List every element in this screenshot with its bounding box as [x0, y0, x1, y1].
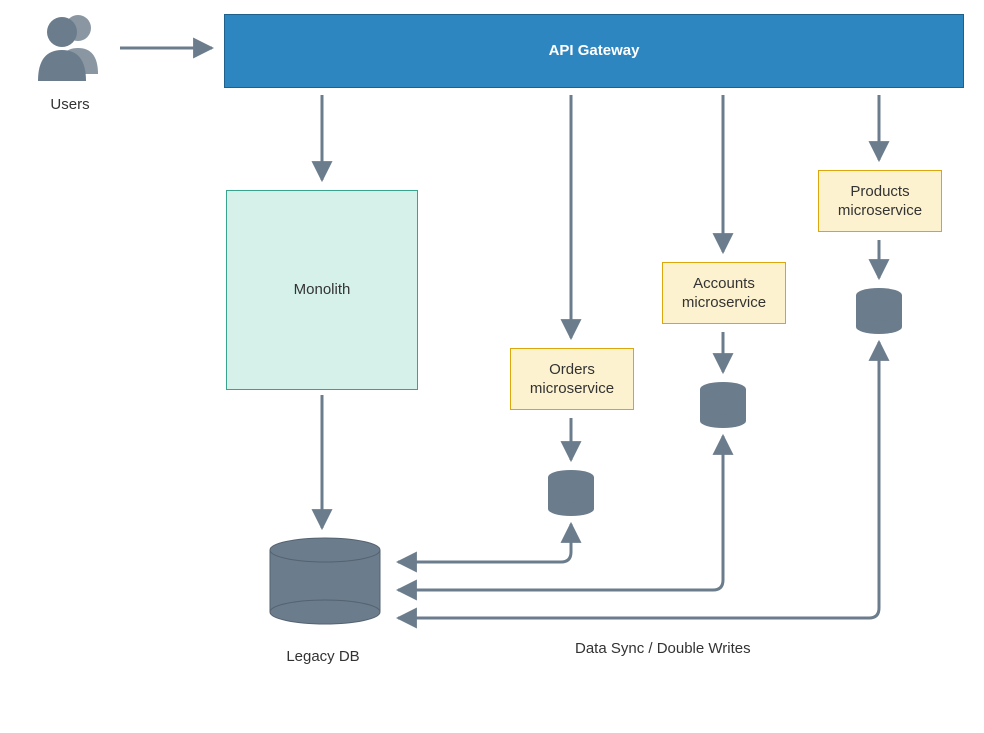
legacy-db-label: Legacy DB [258, 648, 388, 665]
orders-db-icon [548, 470, 594, 516]
arrow-accounts-sync [398, 436, 723, 590]
products-db-icon [856, 288, 902, 334]
legacy-db-icon [270, 538, 380, 624]
products-ms-label: Products microservice [838, 182, 922, 221]
orders-ms-box: Orders microservice [510, 348, 634, 410]
svg-overlay [0, 0, 984, 733]
monolith-box: Monolith [226, 190, 418, 390]
orders-ms-label: Orders microservice [530, 360, 614, 399]
arrow-orders-sync [398, 524, 571, 562]
users-icon [38, 15, 98, 81]
products-ms-box: Products microservice [818, 170, 942, 232]
diagram-canvas: API Gateway Monolith Orders microservice… [0, 0, 984, 733]
data-sync-label: Data Sync / Double Writes [575, 640, 835, 657]
accounts-db-icon [700, 382, 746, 428]
accounts-ms-box: Accounts microservice [662, 262, 786, 324]
arrow-products-sync [398, 342, 879, 618]
users-label: Users [20, 96, 120, 113]
api-gateway-box: API Gateway [224, 14, 964, 88]
accounts-ms-label: Accounts microservice [682, 274, 766, 313]
monolith-label: Monolith [294, 280, 351, 300]
api-gateway-label: API Gateway [549, 41, 640, 61]
